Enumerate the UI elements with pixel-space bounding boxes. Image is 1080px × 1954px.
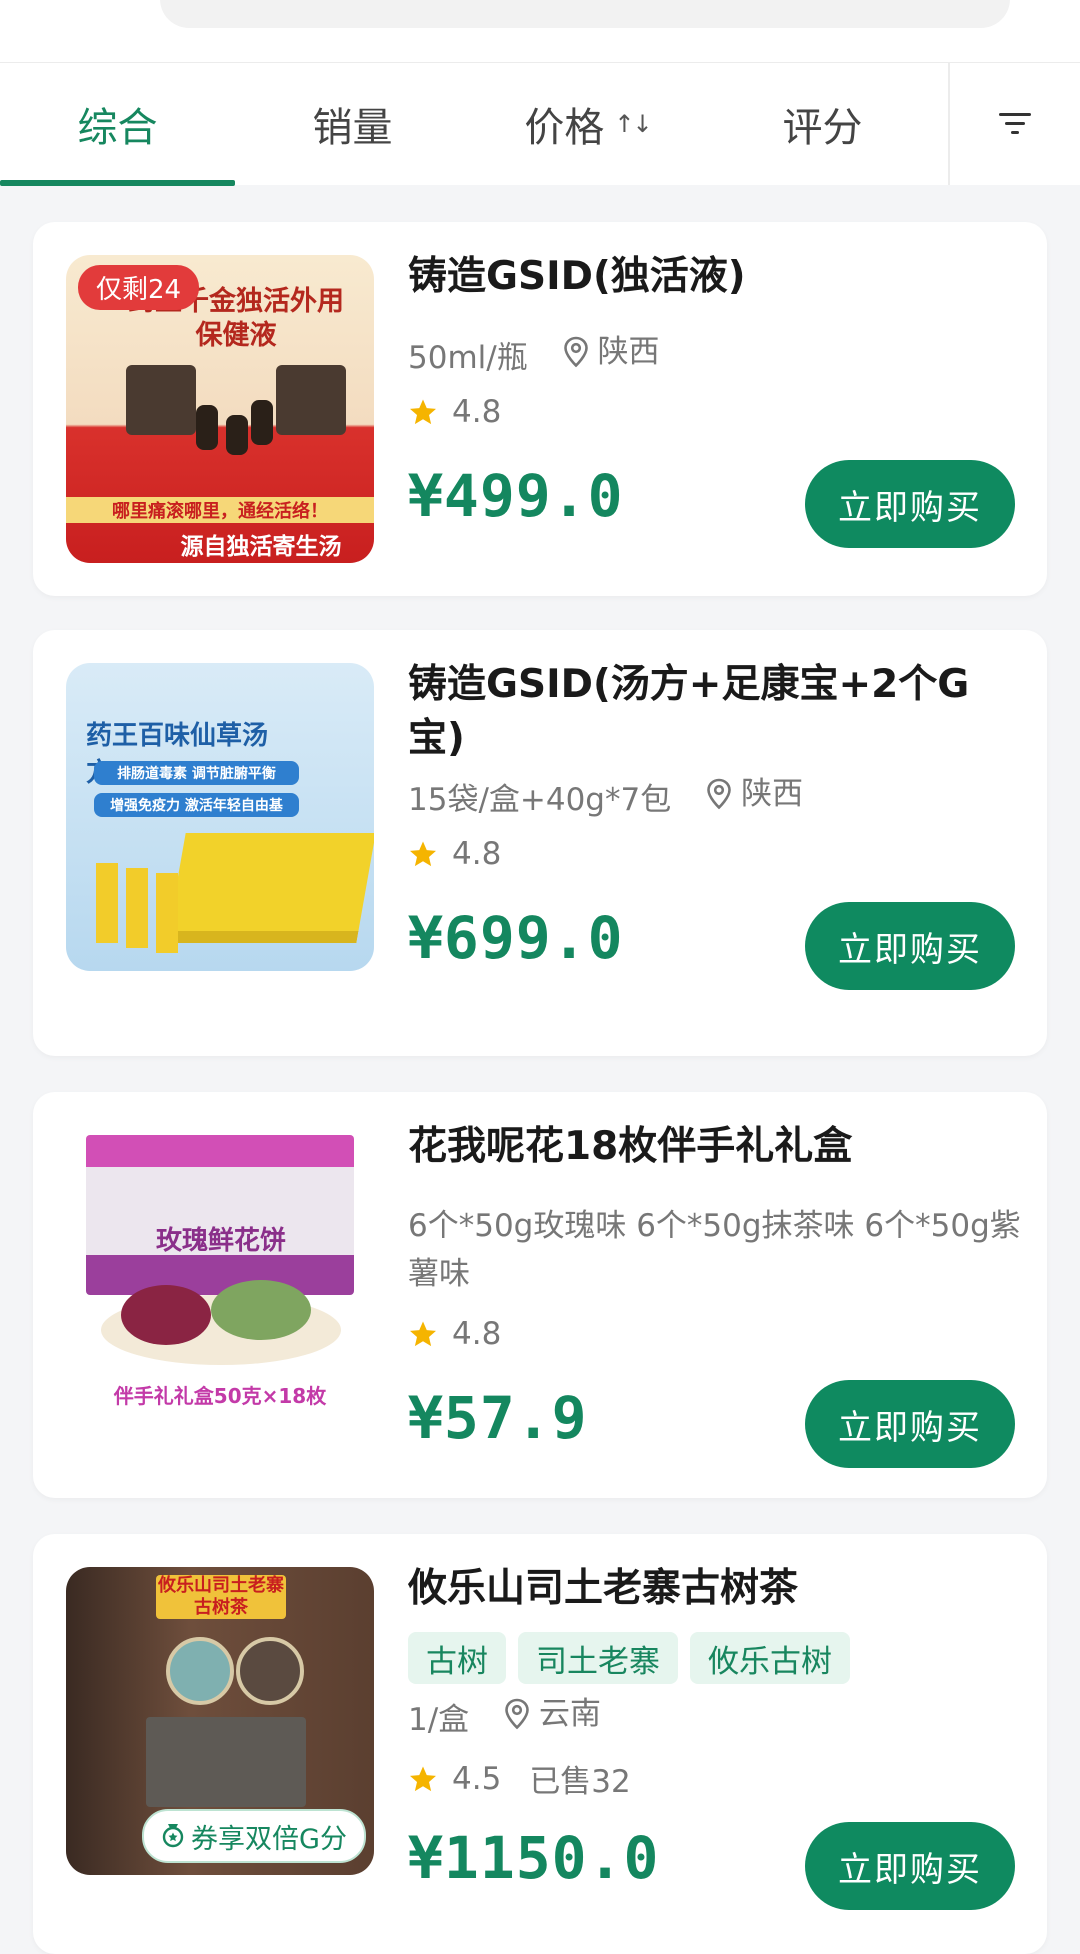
product-spec: 50ml/瓶 陕西 [408, 328, 1028, 382]
product-card[interactable]: 攸乐山司土老寨 古树茶 券享双倍G分 攸乐山司土老寨古树茶 古树 司土老寨 攸乐… [33, 1534, 1047, 1954]
spec-text: 50ml/瓶 [408, 340, 528, 376]
spec-text: 15袋/盒+40g*7包 [408, 782, 672, 818]
rating-value: 4.8 [452, 1316, 502, 1352]
product-card[interactable]: 药王千金独活外用 保健液 哪里痛滚哪里，通经活络！ 源自独活寄生汤 仅剩24 铸… [33, 222, 1047, 596]
rating: 4.5 已售32 [408, 1756, 631, 1801]
tab-sales[interactable]: 销量 [235, 63, 470, 185]
image-text: 古树茶 [194, 1597, 248, 1618]
buy-now-button[interactable]: 立即购买 [805, 902, 1015, 990]
location-text: 陕西 [741, 776, 804, 812]
spec-text: 1/盒 [408, 1702, 470, 1738]
filter-icon [999, 113, 1031, 134]
product-tag: 古树 [408, 1632, 506, 1684]
product-price: ¥57.9 [408, 1384, 588, 1452]
coupon-text: 券享双倍G分 [191, 1823, 347, 1855]
coupon-badge[interactable]: 券享双倍G分 [142, 1809, 366, 1863]
image-text: 攸乐山司土老寨 [158, 1575, 284, 1596]
tab-rating[interactable]: 评分 [705, 63, 940, 185]
product-image[interactable]: 攸乐山司土老寨 古树茶 券享双倍G分 [66, 1567, 374, 1875]
location: 陕西 [562, 328, 660, 376]
product-card[interactable]: 药王百味仙草汤方 排肠道毒素 调节脏腑平衡 增强免疫力 激活年轻自由基 铸造GS… [33, 630, 1047, 1056]
product-spec: 15袋/盒+40g*7包 陕西 [408, 770, 1028, 824]
image-text: 源自独活寄生汤 [180, 534, 342, 560]
product-title[interactable]: 花我呢花18枚伴手礼礼盒 [408, 1120, 1008, 1174]
product-spec: 1/盒 云南 [408, 1690, 1028, 1744]
product-tag: 司土老寨 [518, 1632, 678, 1684]
sort-bar: 综合 销量 价格 ↑↓ 评分 [0, 63, 1080, 186]
image-text: 玫瑰鲜花饼 [155, 1226, 286, 1256]
star-icon [410, 399, 436, 425]
product-image[interactable]: 药王千金独活外用 保健液 哪里痛滚哪里，通经活络！ 源自独活寄生汤 仅剩24 [66, 255, 374, 563]
product-price: ¥699.0 [408, 904, 624, 972]
location: 陕西 [705, 770, 803, 818]
rating: 4.8 [408, 836, 501, 872]
image-text: 增强免疫力 激活年轻自由基 [94, 793, 299, 817]
stock-badge: 仅剩24 [78, 265, 200, 310]
product-title[interactable]: 铸造GSID(汤方+足康宝+2个G宝) [408, 658, 1008, 766]
product-title[interactable]: 铸造GSID(独活液) [408, 250, 1008, 304]
product-price: ¥1150.0 [408, 1824, 660, 1892]
image-text: 伴手礼礼盒50克×18枚 [113, 1384, 327, 1408]
tag-list: 古树 司土老寨 攸乐古树 [408, 1632, 850, 1684]
location: 云南 [503, 1690, 601, 1738]
rating: 4.8 [408, 394, 501, 430]
sort-arrows-icon: ↑↓ [614, 110, 652, 138]
product-spec: 6个*50g玫瑰味 6个*50g抹茶味 6个*50g紫薯味 [408, 1208, 1021, 1292]
location-text: 陕西 [597, 334, 660, 370]
rating-value: 4.8 [452, 394, 502, 430]
medal-icon [162, 1824, 184, 1848]
star-icon [410, 1766, 436, 1791]
rating: 4.8 [408, 1316, 501, 1352]
product-card[interactable]: 玫瑰鲜花饼 伴手礼礼盒50克×18枚 花我呢花18枚伴手礼礼盒 6个*50g玫瑰… [33, 1092, 1047, 1498]
product-title[interactable]: 攸乐山司土老寨古树茶 [408, 1562, 1008, 1616]
tab-price[interactable]: 价格 ↑↓ [470, 63, 705, 185]
rating-value: 4.5 [452, 1760, 502, 1797]
product-image[interactable]: 玫瑰鲜花饼 伴手礼礼盒50克×18枚 [66, 1125, 374, 1433]
image-text: 排肠道毒素 调节脏腑平衡 [94, 761, 299, 785]
sold-count: 已售32 [529, 1764, 631, 1800]
tab-label: 销量 [312, 105, 393, 151]
location-pin-icon [707, 778, 731, 810]
filter-button[interactable] [950, 63, 1080, 185]
location-text: 云南 [539, 1696, 602, 1732]
search-bar[interactable] [160, 0, 1010, 28]
image-text: 保健液 [195, 320, 277, 351]
tab-label: 价格 [524, 105, 605, 151]
tab-label: 综合 [77, 105, 158, 151]
product-tag: 攸乐古树 [690, 1632, 850, 1684]
image-text: 哪里痛滚哪里，通经活络！ [66, 497, 374, 523]
star-icon [410, 841, 436, 867]
tab-label: 评分 [782, 105, 863, 151]
buy-now-button[interactable]: 立即购买 [805, 1822, 1015, 1910]
buy-now-button[interactable]: 立即购买 [805, 1380, 1015, 1468]
product-price: ¥499.0 [408, 462, 624, 530]
tab-comprehensive[interactable]: 综合 [0, 63, 235, 185]
active-tab-indicator [0, 180, 235, 186]
rating-value: 4.8 [452, 836, 502, 872]
location-pin-icon [505, 1698, 529, 1730]
buy-now-button[interactable]: 立即购买 [805, 460, 1015, 548]
location-pin-icon [563, 336, 588, 368]
star-icon [410, 1321, 436, 1347]
header-area [0, 0, 1080, 63]
product-image[interactable]: 药王百味仙草汤方 排肠道毒素 调节脏腑平衡 增强免疫力 激活年轻自由基 [66, 663, 374, 971]
